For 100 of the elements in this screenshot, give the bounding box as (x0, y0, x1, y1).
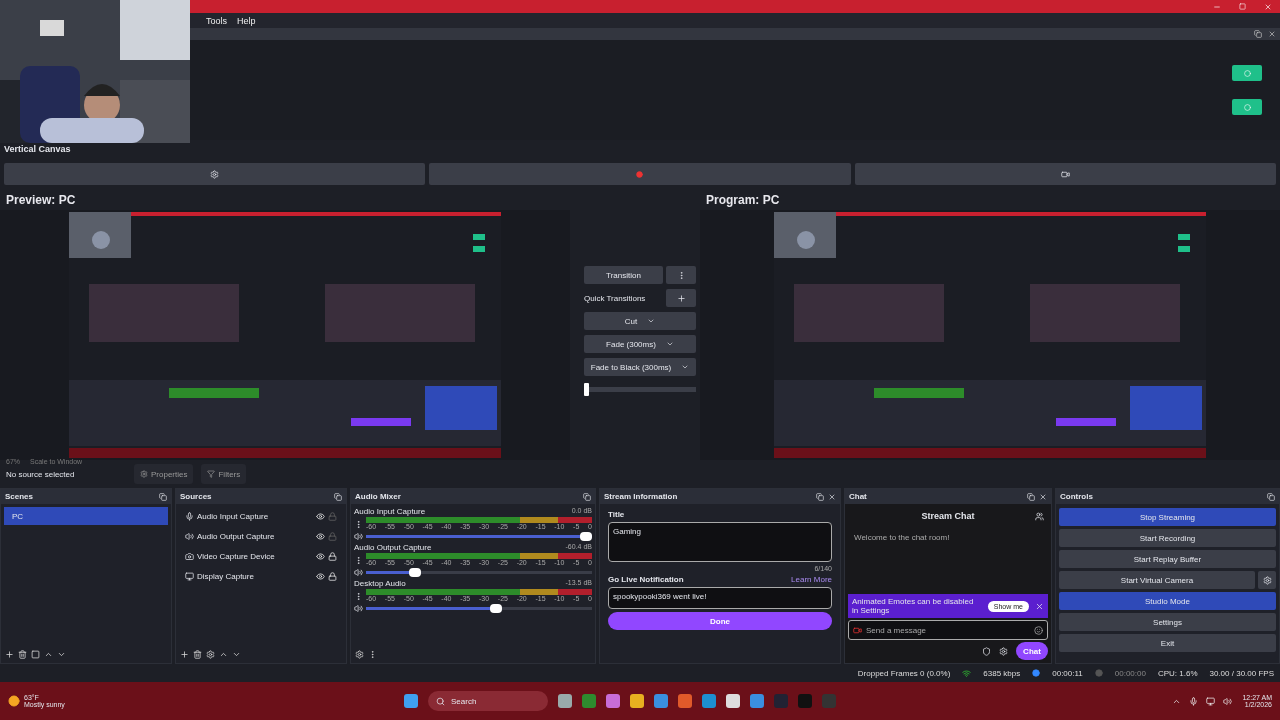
camera-icon (1060, 169, 1070, 179)
cpu-usage: CPU: 1.6% (1157, 668, 1198, 678)
volume-handle[interactable] (490, 604, 503, 613)
learn-more-link[interactable]: Learn More (791, 575, 832, 584)
display-icon[interactable] (1206, 696, 1216, 706)
visibility-icon[interactable] (316, 551, 325, 561)
program-title: Program: PC (706, 193, 780, 207)
transition-option[interactable]: Cut (584, 312, 696, 330)
settings-icon[interactable] (206, 649, 215, 659)
menu-item[interactable]: Help (237, 15, 256, 26)
float-icon[interactable] (159, 492, 167, 501)
transition-option[interactable]: Fade to Black (300ms) (584, 358, 696, 376)
done-button[interactable]: Done (608, 612, 832, 630)
maximize-icon[interactable] (1239, 3, 1246, 10)
banner-text: Animated Emotes can be disabled in Settings (852, 597, 975, 615)
quick-transitions-label: Quick Transitions (584, 293, 647, 303)
control-button[interactable]: Start Recording (1059, 529, 1276, 547)
settings-button[interactable] (1258, 571, 1276, 589)
stream-time: 00:00:11 (1052, 668, 1083, 678)
float-icon[interactable] (1027, 492, 1035, 501)
visibility-icon[interactable] (316, 531, 325, 541)
visibility-icon[interactable] (316, 511, 325, 521)
notification-field[interactable]: spookypooki369 went live! (608, 587, 832, 609)
more-icon[interactable] (354, 591, 363, 601)
control-button[interactable]: Stop Streaming (1059, 508, 1276, 526)
status-text: No source selected (6, 469, 76, 479)
close-icon[interactable] (1264, 2, 1272, 11)
float-icon[interactable] (1254, 30, 1262, 38)
plus-icon (676, 293, 686, 303)
speaker-icon (185, 531, 194, 541)
volume-slider[interactable] (366, 568, 592, 577)
mic-icon (185, 511, 194, 521)
more-icon[interactable] (368, 649, 377, 659)
source-item[interactable]: Display Capture (197, 571, 313, 581)
volume-handle[interactable] (408, 568, 421, 577)
float-icon[interactable] (1267, 492, 1275, 501)
settings-icon[interactable] (355, 649, 364, 659)
gear-icon (1262, 575, 1272, 585)
canvas-title: Vertical Canvas (4, 144, 71, 154)
channel-name: Desktop Audio (354, 579, 406, 588)
gear-icon (140, 470, 148, 478)
speaker-icon[interactable] (354, 604, 363, 613)
visibility-icon[interactable] (316, 571, 325, 581)
shield-icon[interactable] (982, 646, 991, 656)
mic-icon[interactable] (1189, 696, 1199, 706)
chat-button[interactable]: Chat (1016, 642, 1048, 660)
speaker-icon[interactable] (354, 532, 363, 541)
message-field[interactable]: Send a message (848, 620, 1048, 640)
channel-name: Audio Input Capture (354, 507, 426, 516)
properties-button[interactable]: Properties (134, 464, 194, 484)
weather-icon (8, 695, 20, 707)
control-button[interactable]: Start Virtual Camera (1059, 571, 1255, 589)
field-label: Go Live Notification (608, 575, 684, 584)
speaker-icon[interactable] (354, 568, 363, 577)
lock-icon[interactable] (328, 551, 337, 561)
source-item[interactable]: Video Capture Device (197, 551, 313, 561)
t-bar-handle[interactable] (584, 383, 589, 396)
delete-icon[interactable] (18, 649, 27, 659)
chat-title: Stream Chat (921, 511, 975, 521)
control-button[interactable]: Settings (1059, 613, 1276, 631)
delete-icon[interactable] (193, 649, 202, 659)
float-icon[interactable] (816, 492, 824, 501)
lock-icon[interactable] (328, 571, 337, 581)
emoji-icon[interactable] (1034, 625, 1043, 635)
transition-option[interactable]: Fade (300ms) (584, 335, 696, 353)
volume-slider[interactable] (366, 532, 592, 541)
filters-button[interactable]: Filters (201, 464, 247, 484)
close-icon[interactable] (1039, 492, 1047, 501)
users-icon[interactable] (1035, 511, 1044, 521)
close-icon[interactable] (1035, 601, 1044, 611)
transition-button[interactable]: Transition (584, 266, 663, 284)
control-button[interactable]: Studio Mode (1059, 592, 1276, 610)
float-icon[interactable] (583, 492, 591, 501)
source-item[interactable]: Audio Input Capture (197, 511, 313, 521)
volume-slider[interactable] (366, 604, 592, 613)
control-button[interactable]: Start Replay Buffer (1059, 550, 1276, 568)
record-icon (1094, 669, 1103, 677)
add-icon[interactable] (180, 649, 189, 659)
more-icon[interactable] (354, 519, 363, 529)
title-field[interactable]: Gaming (608, 522, 832, 562)
volume-handle[interactable] (580, 532, 592, 541)
start-icon[interactable] (404, 694, 418, 708)
volume-icon[interactable] (1223, 696, 1233, 706)
float-icon[interactable] (334, 492, 342, 501)
channel-name: Audio Output Capture (354, 543, 432, 552)
menu-item[interactable]: Tools (206, 15, 227, 26)
add-icon[interactable] (5, 649, 14, 659)
chevron-down-icon (647, 317, 656, 325)
search-icon (436, 696, 445, 706)
source-item[interactable]: Audio Output Capture (197, 531, 313, 541)
settings-icon[interactable] (999, 646, 1008, 656)
more-icon[interactable] (354, 555, 363, 565)
control-button[interactable]: Exit (1059, 634, 1276, 652)
add-button[interactable] (666, 289, 696, 307)
search-field[interactable]: Search (428, 691, 548, 711)
fps: 30.00 / 30.00 FPS (1209, 668, 1274, 678)
close-icon[interactable] (1268, 30, 1276, 38)
close-icon[interactable] (828, 492, 836, 501)
circle-icon (1243, 69, 1251, 77)
scene-item[interactable]: PC (4, 507, 168, 525)
